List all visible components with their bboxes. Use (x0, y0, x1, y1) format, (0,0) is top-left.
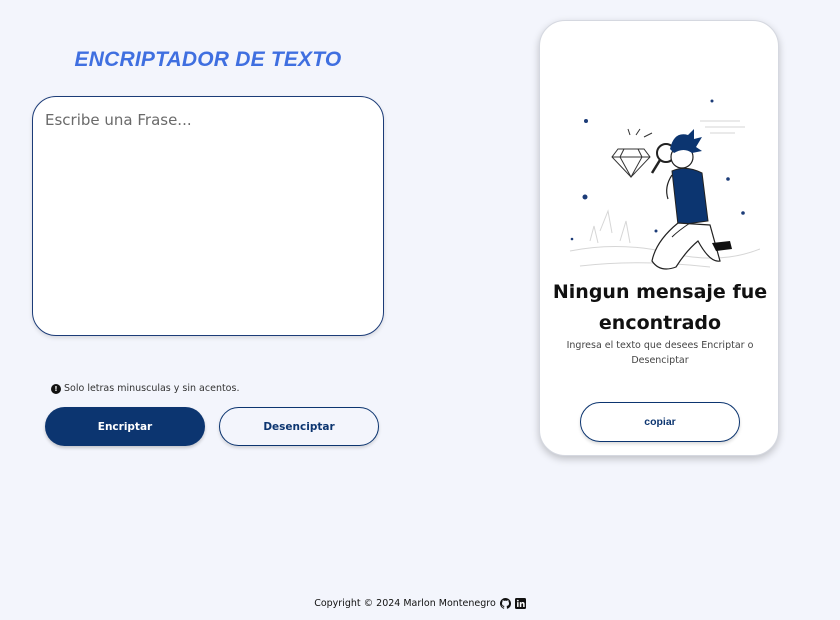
empty-state-subtext: Ingresa el texto que desees Encriptar o … (566, 340, 754, 366)
app-root: ENCRIPTADOR DE TEXTO ! Solo letras minus… (0, 0, 840, 620)
footer: Copyright © 2024 Marlon Montenegro (0, 598, 840, 609)
decrypt-button[interactable]: Desenciptar (219, 407, 379, 446)
text-input-container[interactable] (32, 96, 384, 336)
empty-state-heading: Ningun mensaje fue encontrado (552, 281, 768, 334)
input-hint: ! Solo letras minusculas y sin acentos. (51, 383, 239, 394)
linkedin-icon[interactable] (514, 598, 526, 609)
github-icon[interactable] (499, 598, 511, 609)
text-input[interactable] (45, 111, 371, 321)
page-title: ENCRIPTADOR DE TEXTO (74, 48, 342, 71)
encrypt-button[interactable]: Encriptar (45, 407, 205, 446)
exclamation-circle-icon: ! (51, 383, 61, 394)
hint-text: Solo letras minusculas y sin acentos. (64, 383, 240, 394)
person-magnifying-glass-illustration (569, 99, 760, 270)
output-panel: Ningun mensaje fue encontrado Ingresa el… (539, 20, 779, 456)
copy-button[interactable]: copiar (580, 402, 740, 442)
copyright-text: Copyright © 2024 Marlon Montenegro (314, 598, 496, 609)
